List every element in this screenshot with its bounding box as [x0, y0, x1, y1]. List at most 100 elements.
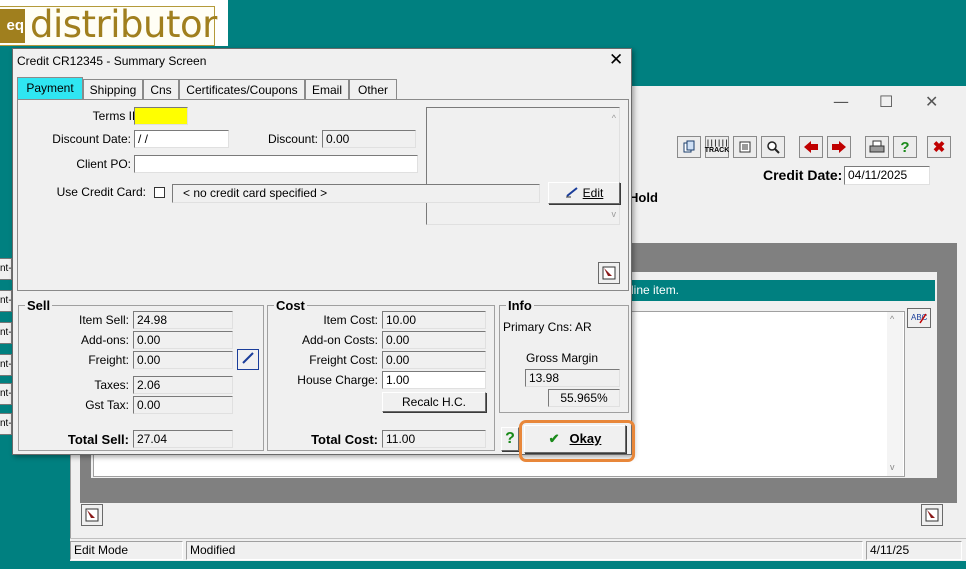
- help-icon[interactable]: ?: [893, 136, 917, 158]
- credit-date-field[interactable]: 04/11/2025: [844, 166, 930, 185]
- freight-cost-field: 0.00: [382, 351, 486, 369]
- credit-date-label: Credit Date:: [763, 167, 843, 183]
- search-icon[interactable]: [761, 136, 785, 158]
- info-title: Info: [506, 298, 534, 313]
- dialog-close-button[interactable]: ✕: [609, 50, 623, 70]
- discount-label: Discount:: [267, 132, 318, 146]
- resize-icon[interactable]: [921, 504, 943, 526]
- total-sell-label: Total Sell:: [67, 432, 129, 447]
- item-cost-label: Item Cost:: [323, 313, 378, 327]
- notes-icon[interactable]: [733, 136, 757, 158]
- left-stub[interactable]: nt-: [0, 290, 12, 312]
- print-icon[interactable]: [865, 136, 889, 158]
- cost-group: Cost Item Cost: 10.00 Add-on Costs: 0.00…: [267, 298, 495, 451]
- item-cost-field: 10.00: [382, 311, 486, 329]
- tab-email[interactable]: Email: [305, 79, 349, 100]
- discount-date-label: Discount Date:: [52, 132, 131, 146]
- dialog-title: Credit CR12345 - Summary Screen: [17, 54, 207, 68]
- taxes-label: Taxes:: [94, 378, 129, 392]
- items-scrollbar[interactable]: ^ v: [887, 312, 903, 476]
- sell-title: Sell: [25, 298, 53, 313]
- gross-margin-pct-field: 55.965%: [548, 389, 620, 407]
- summary-dialog: Credit CR12345 - Summary Screen ✕ Paymen…: [12, 48, 632, 455]
- okay-highlight: [519, 420, 635, 462]
- pencil-icon: [565, 184, 579, 204]
- status-bar: Edit Mode Modified 4/11/25: [70, 538, 966, 562]
- freight-cost-label: Freight Cost:: [309, 353, 378, 367]
- item-sell-label: Item Sell:: [78, 313, 129, 327]
- use-credit-card-label: Use Credit Card:: [56, 185, 146, 199]
- gross-margin-field: 13.98: [525, 369, 620, 387]
- logo-text: distributor: [30, 3, 217, 46]
- spell-check-icon[interactable]: ABC: [907, 308, 931, 328]
- close-button[interactable]: ✕: [925, 92, 938, 111]
- left-stub[interactable]: nt-: [0, 383, 12, 405]
- house-charge-input[interactable]: 1.00: [382, 371, 486, 389]
- payment-panel: Terms ID: Discount Date: / / Discount: 0…: [17, 99, 629, 291]
- recalc-hc-button[interactable]: Recalc H.C.: [382, 392, 486, 412]
- credit-card-field: < no credit card specified >: [172, 184, 540, 203]
- left-stub[interactable]: nt-: [0, 322, 12, 344]
- status-date: 4/11/25: [866, 541, 962, 560]
- gst-field: 0.00: [133, 396, 233, 414]
- copy-icon[interactable]: [677, 136, 701, 158]
- tab-payment[interactable]: Payment: [17, 77, 83, 100]
- track-barcode: ||||||: [705, 139, 729, 147]
- freight-field: 0.00: [133, 351, 233, 369]
- maximize-button[interactable]: ☐: [879, 92, 893, 111]
- total-sell-field: 27.04: [133, 430, 233, 448]
- logo-badge: eq: [0, 9, 25, 43]
- freight-label: Freight:: [88, 353, 129, 367]
- track-label: TRACK: [704, 147, 730, 154]
- info-group: Info Primary Cns: AR Gross Margin 13.98 …: [499, 298, 629, 413]
- pencil-icon: [241, 351, 255, 368]
- item-sell-field: 24.98: [133, 311, 233, 329]
- taxes-field: 2.06: [133, 376, 233, 394]
- edit-credit-card-button[interactable]: Edit: [548, 182, 620, 204]
- gst-label: Gst Tax:: [85, 398, 129, 412]
- discount-field: 0.00: [322, 130, 416, 148]
- line-item-notice: line item.: [627, 280, 935, 301]
- hold-label: Hold: [629, 190, 658, 205]
- terms-id-input[interactable]: [134, 107, 188, 125]
- minimize-button[interactable]: —: [833, 92, 849, 111]
- toolbar: |||||| TRACK ? ✖: [677, 136, 957, 158]
- tab-certificates-coupons[interactable]: Certificates/Coupons: [179, 79, 305, 100]
- left-stub[interactable]: nt-: [0, 354, 12, 376]
- track-icon[interactable]: |||||| TRACK: [705, 136, 729, 158]
- back-arrow-icon[interactable]: [799, 136, 823, 158]
- edit-freight-button[interactable]: [237, 349, 259, 370]
- sell-group: Sell Item Sell: 24.98 Add-ons: 0.00 Frei…: [18, 298, 264, 451]
- discount-date-input[interactable]: / /: [134, 130, 229, 148]
- addon-costs-label: Add-on Costs:: [301, 333, 378, 347]
- delete-icon[interactable]: ✖: [927, 136, 951, 158]
- logo-area: eq distributor: [0, 0, 228, 46]
- terms-id-label: Terms ID:: [92, 109, 144, 123]
- panel-resize-icon[interactable]: [598, 262, 620, 284]
- cost-title: Cost: [274, 298, 307, 313]
- edit-label: Edit: [582, 186, 604, 200]
- left-stub[interactable]: nt-: [0, 258, 12, 280]
- resize-icon[interactable]: [81, 504, 103, 526]
- total-cost-label: Total Cost:: [311, 432, 378, 447]
- addons-field: 0.00: [133, 331, 233, 349]
- status-state: Modified: [186, 541, 863, 560]
- client-po-label: Client PO:: [76, 157, 131, 171]
- help-button[interactable]: ?: [501, 427, 519, 451]
- gross-margin-label: Gross Margin: [525, 351, 599, 365]
- tab-shipping[interactable]: Shipping: [83, 79, 143, 100]
- desktop-strip: [0, 561, 966, 569]
- tab-cns[interactable]: Cns: [143, 79, 179, 100]
- forward-arrow-icon[interactable]: [827, 136, 851, 158]
- tab-other[interactable]: Other: [349, 79, 397, 100]
- addon-costs-field: 0.00: [382, 331, 486, 349]
- total-cost-field: 11.00: [382, 430, 486, 448]
- client-po-input[interactable]: [134, 155, 418, 173]
- primary-cns: Primary Cns: AR: [503, 320, 592, 334]
- left-stub[interactable]: nt-: [0, 413, 12, 435]
- logo-frame: eq distributor: [0, 3, 217, 46]
- notes-box[interactable]: ^ v: [426, 107, 620, 225]
- house-charge-label: House Charge:: [297, 373, 378, 387]
- status-mode: Edit Mode: [70, 541, 183, 560]
- use-credit-card-checkbox[interactable]: [154, 187, 165, 198]
